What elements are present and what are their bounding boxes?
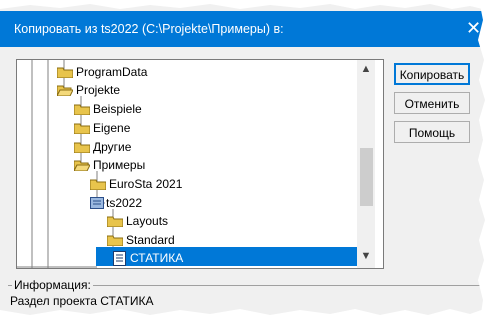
copy-dialog: Копировать из ts2022 (C:\Projekte\Пример… [0,0,487,320]
torn-edge-decoration [0,0,487,320]
